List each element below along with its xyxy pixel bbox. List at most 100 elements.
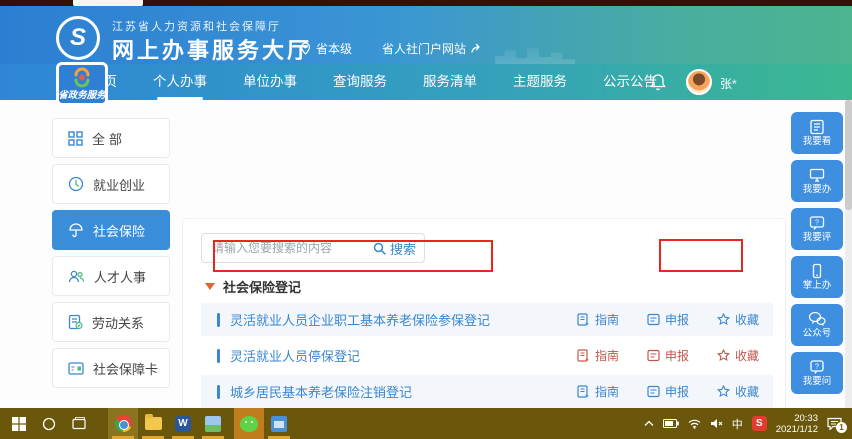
chrome-icon xyxy=(115,415,132,432)
portal-site-label: 省人社门户网站 xyxy=(382,40,466,57)
location-pin-icon xyxy=(300,42,311,55)
nav-item-unit[interactable]: 单位办事 xyxy=(235,64,305,100)
search-input[interactable] xyxy=(212,241,373,255)
row-marker xyxy=(217,385,220,399)
sidebar-item-label: 就业创业 xyxy=(93,175,145,194)
site-header: S 江苏省人力资源和社会保障厅 网上办事服务大厅 省本级 省人社门户网站 xyxy=(0,6,852,64)
sidebar-item-label: 社会保障卡 xyxy=(93,359,158,378)
grid-icon xyxy=(68,131,83,146)
favorite-link[interactable]: 收藏 xyxy=(717,311,759,328)
ime-indicator[interactable]: 中 xyxy=(732,416,743,432)
service-link[interactable]: 灵活就业人员停保登记 xyxy=(230,346,360,365)
rail-item-ask[interactable]: ? 我要问 xyxy=(791,352,843,394)
apply-icon xyxy=(647,385,660,398)
scrollbar-thumb[interactable] xyxy=(845,100,852,210)
tray-expand-icon[interactable] xyxy=(644,420,654,427)
start-button[interactable] xyxy=(4,408,34,439)
guide-icon xyxy=(577,313,590,326)
taskbar-app-button[interactable] xyxy=(264,408,294,439)
windows-taskbar: W 中 S 20:33 xyxy=(0,408,852,439)
search-box[interactable]: 搜索 xyxy=(201,233,425,263)
taskbar-photos-button[interactable] xyxy=(198,408,228,439)
clock-time: 20:33 xyxy=(776,413,818,424)
rail-item-read[interactable]: 我要看 xyxy=(791,112,843,154)
sidebar-item-label: 人才人事 xyxy=(94,267,146,286)
sogou-input-icon[interactable]: S xyxy=(752,416,767,431)
section-title-insurance-registration[interactable]: 社会保险登记 xyxy=(205,277,301,296)
sidebar-item-talent[interactable]: 人才人事 xyxy=(52,256,170,296)
rail-item-review[interactable]: ? 我要评 xyxy=(791,208,843,250)
agency-name: 江苏省人力资源和社会保障厅 xyxy=(112,18,281,34)
task-view-button[interactable] xyxy=(64,408,94,439)
service-row: 灵活就业人员停保登记 指南 申报 收藏 xyxy=(201,339,773,372)
sidebar-item-employment[interactable]: 就业创业 xyxy=(52,164,170,204)
labor-doc-icon xyxy=(68,314,83,330)
favorite-link[interactable]: 收藏 xyxy=(717,383,759,400)
volume-muted-icon[interactable] xyxy=(710,418,723,429)
taskbar-chrome-button[interactable] xyxy=(108,408,138,439)
service-link[interactable]: 灵活就业人员企业职工基本养老保险参保登记 xyxy=(230,310,490,329)
star-icon xyxy=(717,313,730,326)
favorite-link[interactable]: 收藏 xyxy=(717,347,759,364)
notification-bell-icon[interactable] xyxy=(650,73,666,96)
sidebar-item-social-insurance[interactable]: 社会保险 xyxy=(52,210,170,250)
region-label: 省本级 xyxy=(316,40,352,57)
rail-item-wechat-official[interactable]: 公众号 xyxy=(791,304,843,346)
search-circle-icon xyxy=(42,417,56,431)
nav-item-personal[interactable]: 个人办事 xyxy=(145,64,215,100)
apply-link[interactable]: 申报 xyxy=(647,311,689,328)
guide-link[interactable]: 指南 xyxy=(577,347,619,364)
file-explorer-icon xyxy=(145,417,162,430)
umbrella-icon xyxy=(68,222,84,238)
service-row: 城乡居民基本养老保险注销登记 指南 申报 收藏 xyxy=(201,375,773,408)
sidebar-item-social-card[interactable]: 社会保障卡 xyxy=(52,348,170,388)
taskbar-wechat-button[interactable] xyxy=(234,408,264,439)
gov-services-logo-icon xyxy=(70,67,94,89)
card-icon xyxy=(68,362,84,375)
action-center-button[interactable]: 1 xyxy=(827,417,842,430)
cortana-search-button[interactable] xyxy=(34,408,64,439)
guide-icon xyxy=(577,349,590,362)
service-link[interactable]: 城乡居民基本养老保险注销登记 xyxy=(230,382,412,401)
wechat-bubbles-icon xyxy=(808,311,826,327)
news-icon xyxy=(809,119,825,135)
star-icon xyxy=(717,385,730,398)
battery-icon[interactable] xyxy=(663,419,679,428)
rail-item-handle[interactable]: 我要办 xyxy=(791,160,843,202)
user-avatar[interactable] xyxy=(686,69,712,95)
svg-text:?: ? xyxy=(815,220,819,227)
sidebar-item-label: 劳动关系 xyxy=(92,313,144,332)
nav-item-service-list[interactable]: 服务清单 xyxy=(415,64,485,100)
sidebar-item-all[interactable]: 全部 xyxy=(52,118,170,158)
wifi-icon[interactable] xyxy=(688,419,701,429)
wechat-icon xyxy=(240,416,258,432)
triangle-down-icon xyxy=(205,283,215,290)
guide-link[interactable]: 指南 xyxy=(577,311,619,328)
taskbar-explorer-button[interactable] xyxy=(138,408,168,439)
question-bubble-icon: ? xyxy=(809,359,825,375)
rail-item-gov-services[interactable]: 省政务服务 xyxy=(56,62,108,106)
taskbar-clock[interactable]: 20:33 2021/1/12 xyxy=(776,413,818,435)
word-icon: W xyxy=(175,416,191,432)
search-button[interactable]: 搜索 xyxy=(373,239,416,258)
portal-site-link[interactable]: 省人社门户网站 xyxy=(382,40,484,57)
sidebar-item-label: 社会保险 xyxy=(93,221,145,240)
apply-link[interactable]: 申报 xyxy=(647,383,689,400)
app-icon xyxy=(271,416,287,432)
apply-link[interactable]: 申报 xyxy=(647,347,689,364)
nav-item-query[interactable]: 查询服务 xyxy=(325,64,395,100)
external-link-icon xyxy=(471,43,484,54)
search-icon xyxy=(373,242,386,255)
user-name[interactable]: 张* xyxy=(720,75,737,92)
portal-title: 网上办事服务大厅 xyxy=(112,33,312,65)
rail-item-mobile[interactable]: 掌上办 xyxy=(791,256,843,298)
taskbar-word-button[interactable]: W xyxy=(168,408,198,439)
desktop-screen: S 江苏省人力资源和社会保障厅 网上办事服务大厅 省本级 省人社门户网站 大厅首… xyxy=(0,0,852,439)
region-selector[interactable]: 省本级 xyxy=(300,40,352,57)
guide-link[interactable]: 指南 xyxy=(577,383,619,400)
search-button-label: 搜索 xyxy=(390,239,416,258)
sidebar-item-labor[interactable]: 劳动关系 xyxy=(52,302,170,342)
clock-date: 2021/1/12 xyxy=(776,424,818,435)
nav-item-topics[interactable]: 主题服务 xyxy=(505,64,575,100)
apply-icon xyxy=(647,349,660,362)
